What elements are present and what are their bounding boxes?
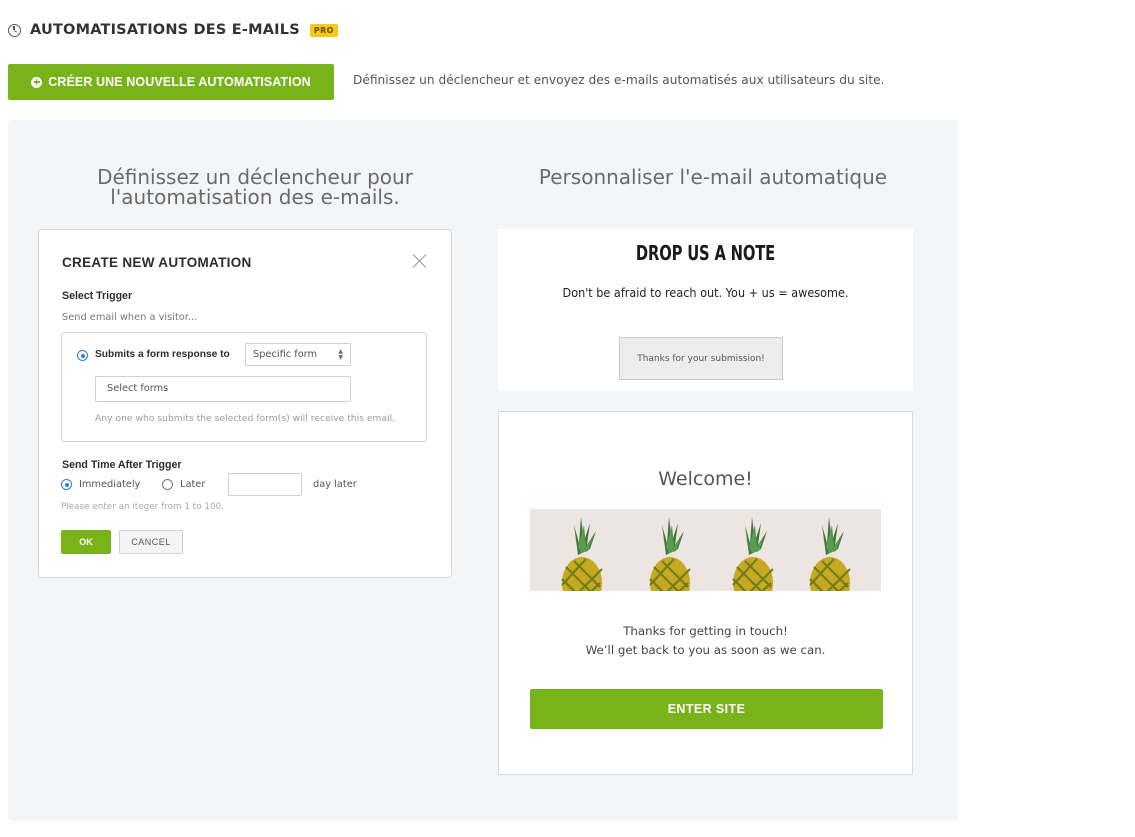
later-label: Later	[180, 479, 206, 490]
pineapple-graphic	[732, 517, 774, 591]
plus-circle-icon	[31, 76, 43, 88]
enter-site-button[interactable]: ENTER SITE	[530, 689, 883, 729]
day-later-label: day later	[313, 479, 357, 490]
page-header: AUTOMATISATIONS DES E-MAILS PRO	[8, 22, 338, 38]
dialog-title: CREATE NEW AUTOMATION	[62, 255, 252, 270]
radio-submits-form[interactable]	[77, 350, 88, 361]
page-title: AUTOMATISATIONS DES E-MAILS	[30, 22, 300, 38]
pineapples-illustration	[561, 517, 851, 591]
integer-hint: Please enter an iteger from 1 to 100.	[61, 502, 224, 512]
radio-later[interactable]	[162, 479, 173, 490]
radio-immediately[interactable]	[61, 479, 72, 490]
send-time-label: Send Time After Trigger	[62, 459, 182, 471]
trigger-option-label: Submits a form response to	[95, 349, 230, 360]
note-preview-card: DROP US A NOTE Don't be afraid to reach …	[498, 229, 913, 391]
ok-button[interactable]: OK	[61, 530, 111, 554]
pineapple-hero-image	[530, 509, 881, 591]
submission-button[interactable]: Thanks for your submission!	[619, 337, 783, 380]
select-trigger-sub: Send email when a visitor...	[62, 312, 198, 323]
trigger-options-box: Submits a form response to Specific form…	[61, 332, 427, 442]
send-time-row: Immediately Later day later	[61, 473, 431, 497]
trigger-column-title: Définissez un déclencheur pour l'automat…	[97, 165, 413, 209]
create-automation-dialog: CREATE NEW AUTOMATION Select Trigger Sen…	[38, 229, 452, 578]
note-title: DROP US A NOTE	[635, 241, 776, 265]
email-preview-card: Welcome! Thanks for getting in touch! We…	[498, 411, 913, 775]
select-forms-input[interactable]: Select forms	[95, 376, 351, 402]
create-automation-label: CRÉER UNE NOUVELLE AUTOMATISATION	[48, 75, 311, 89]
welcome-heading: Welcome!	[658, 468, 753, 490]
form-select[interactable]: Specific form ▲ ▼	[245, 343, 351, 366]
form-select-value: Specific form	[253, 349, 318, 360]
create-automation-button[interactable]: CRÉER UNE NOUVELLE AUTOMATISATION	[8, 64, 334, 100]
cancel-button[interactable]: CANCEL	[119, 530, 183, 554]
forms-help-text: Any one who submits the selected form(s)…	[95, 413, 396, 424]
clock-icon	[8, 23, 21, 37]
pineapple-graphic	[649, 517, 691, 591]
email-body-text: Thanks for getting in touch! We’ll get b…	[585, 624, 826, 657]
email-column-title: Personnaliser l'e-mail automatique	[538, 165, 888, 189]
select-arrows-icon: ▲ ▼	[338, 348, 343, 361]
select-trigger-label: Select Trigger	[62, 290, 133, 302]
immediately-label: Immediately	[79, 479, 141, 490]
create-description: Définissez un déclencheur et envoyez des…	[353, 73, 885, 87]
close-icon[interactable]	[413, 254, 427, 268]
note-subtitle: Don't be afraid to reach out. You + us =…	[562, 285, 849, 300]
pineapple-graphic	[809, 517, 851, 591]
pineapple-graphic	[561, 517, 603, 591]
pro-badge: PRO	[309, 23, 338, 37]
days-input[interactable]	[228, 473, 302, 496]
